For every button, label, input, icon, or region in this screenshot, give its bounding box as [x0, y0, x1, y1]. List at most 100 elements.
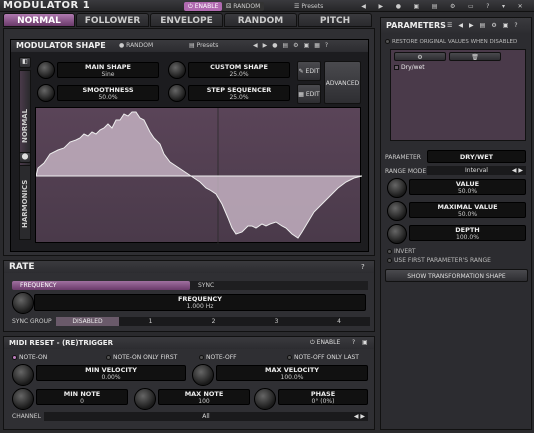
use-first-checkbox[interactable]: USE FIRST PARAMETER'S RANGE [387, 257, 491, 264]
sync-tab[interactable]: SYNC [190, 281, 368, 290]
dice-icon: ⚄ [226, 3, 232, 10]
invert-checkbox[interactable]: INVERT [387, 248, 416, 255]
sync-group-label: SYNC GROUP [12, 318, 52, 325]
edit-button-1[interactable]: ✎ EDIT [297, 61, 321, 81]
value-value: 50.0% [457, 188, 478, 195]
sync-group-4[interactable]: 4 [308, 317, 370, 326]
midi-help-icon[interactable]: ? [352, 339, 355, 346]
sync-group-2[interactable]: 2 [182, 317, 245, 326]
note-on-radio[interactable]: NOTE-ON [12, 354, 47, 361]
shape-presets-menu[interactable]: ▤ Presets [189, 42, 249, 49]
shape-toolbar: ◀ ▶ ● ▤ ⚙ ▣ ▦? [253, 42, 328, 49]
random-dot-icon[interactable]: ● [396, 2, 401, 11]
prev-icon[interactable]: ◀ [361, 2, 366, 11]
copy-icon[interactable]: ▣ [414, 2, 420, 11]
midi-enable-button[interactable]: ⏻ ENABLE [310, 339, 340, 347]
note-off-radio[interactable]: NOTE-OFF [199, 354, 237, 361]
window-icon[interactable]: ▭ [468, 2, 474, 11]
maximal-value-knob[interactable] [387, 201, 407, 221]
custom-shape-knob[interactable] [168, 61, 186, 79]
gear-icon: ⚙ [417, 54, 423, 61]
gear-icon[interactable]: ⚙ [491, 22, 496, 29]
menu-down-icon[interactable]: ▾ [502, 2, 505, 11]
list-item[interactable]: Dry/wet [394, 64, 425, 71]
next-icon[interactable]: ▶ [469, 22, 474, 29]
next-icon[interactable]: ▶ [378, 2, 383, 11]
parameters-panel: PARAMETERS ☰ ◀ ▶ ▤ ⚙ ▣? RESTORE ORIGINAL VALU… [380, 17, 532, 430]
tab-pitch[interactable]: PITCH [298, 13, 372, 27]
paste-icon[interactable]: ▦ [314, 42, 320, 49]
dot-icon[interactable]: ● [272, 42, 277, 49]
tab-follower[interactable]: FOLLOWER [76, 13, 149, 27]
gear-icon[interactable]: ⚙ [293, 42, 298, 49]
invert-label: INVERT [394, 248, 416, 255]
value-knob[interactable] [387, 178, 407, 198]
min-note-knob[interactable] [12, 388, 34, 410]
save-icon[interactable]: ▤ [283, 42, 289, 49]
phase-label: PHASE [310, 390, 336, 398]
smoothness-value: 50.0% [98, 94, 118, 101]
delete-parameter-button[interactable]: 🗑 [449, 52, 501, 61]
sync-group-selector: DISABLED 1 2 3 4 [56, 317, 370, 326]
prev-icon[interactable]: ◀ [458, 22, 463, 29]
main-shape-knob[interactable] [37, 61, 55, 79]
help-icon[interactable]: ? [486, 2, 489, 11]
side-harmonics-label: HARMONICS [21, 179, 29, 229]
smoothness-knob[interactable] [37, 84, 55, 102]
max-note-knob[interactable] [134, 388, 156, 410]
menu-icon[interactable]: ☰ [447, 22, 452, 29]
help-icon[interactable]: ? [325, 42, 328, 49]
step-sequencer-knob[interactable] [168, 84, 186, 102]
restore-label: RESTORE ORIGINAL VALUES WHEN DISABLED [392, 39, 518, 45]
help-icon[interactable]: ? [514, 22, 517, 29]
parameter-display[interactable]: DRY/WET [427, 150, 526, 163]
maximal-value-label: MAXIMAL VALUE [437, 203, 498, 211]
side-tab-harmonics[interactable]: HARMONICS [19, 165, 31, 240]
tab-normal[interactable]: NORMAL [3, 13, 75, 27]
edit-button-2[interactable]: ▦ EDIT [297, 84, 321, 104]
save-icon[interactable]: ▤ [432, 2, 438, 11]
tab-random[interactable]: RANDOM [224, 13, 297, 27]
advanced-button[interactable]: ADVANCED [324, 61, 361, 104]
restore-checkbox[interactable]: RESTORE ORIGINAL VALUES WHEN DISABLED [385, 39, 517, 45]
sync-group-1[interactable]: 1 [119, 317, 182, 326]
shape-panel: MODULATOR SHAPE ● RANDOM ▤ Presets ◀ ▶ ● ▤ ⚙… [10, 39, 369, 252]
sync-group-3[interactable]: 3 [245, 317, 308, 326]
side-harmonics-icon[interactable]: ⬤ [19, 152, 31, 163]
note-off-last-radio[interactable]: NOTE-OFF ONLY LAST [287, 354, 359, 361]
next-icon[interactable]: ▶ [263, 42, 268, 49]
enable-button[interactable]: ⏻ ENABLE [184, 2, 223, 11]
shape-random-button[interactable]: ● RANDOM [119, 42, 153, 49]
range-mode-select[interactable]: Interval ◀ ▶ [427, 166, 526, 175]
range-mode-value: Interval [465, 167, 488, 174]
midi-copy-icon[interactable]: ▣ [362, 339, 368, 346]
main-shape-label: MAIN SHAPE [85, 63, 131, 71]
shape-graph[interactable] [35, 107, 362, 244]
max-velocity-value: 100.0% [280, 374, 304, 381]
frequency-knob[interactable] [12, 292, 34, 314]
prev-icon[interactable]: ◀ [253, 42, 258, 49]
rate-help-icon[interactable]: ? [361, 263, 365, 271]
show-transformation-button[interactable]: SHOW TRANSFORMATION SHAPE [385, 269, 528, 282]
phase-knob[interactable] [254, 388, 276, 410]
random-button[interactable]: ⚄ RANDOM [222, 2, 265, 11]
sync-group-disabled[interactable]: DISABLED [56, 317, 119, 326]
frequency-tab[interactable]: FREQUENCY [12, 281, 190, 290]
random-label: RANDOM [233, 3, 261, 10]
copy-icon[interactable]: ▣ [503, 22, 509, 29]
copy-icon[interactable]: ▣ [304, 42, 310, 49]
side-normal-icon[interactable]: ◧ [19, 57, 31, 68]
main-shape-value: Sine [101, 71, 115, 78]
channel-select[interactable]: All ◀ ▶ [44, 412, 368, 421]
min-velocity-knob[interactable] [12, 364, 34, 386]
add-parameter-button[interactable]: ⚙ [394, 52, 446, 61]
presets-menu[interactable]: ☰ Presets [290, 2, 350, 11]
close-icon[interactable]: ✕ [518, 2, 523, 11]
note-on-first-radio[interactable]: NOTE-ON ONLY FIRST [106, 354, 177, 361]
max-velocity-knob[interactable] [192, 364, 214, 386]
custom-shape-value: 25.0% [229, 71, 249, 78]
settings-icon[interactable]: ⚙ [450, 2, 455, 11]
save-icon[interactable]: ▤ [480, 22, 486, 29]
depth-knob[interactable] [387, 224, 407, 244]
tab-envelope[interactable]: ENVELOPE [150, 13, 223, 27]
